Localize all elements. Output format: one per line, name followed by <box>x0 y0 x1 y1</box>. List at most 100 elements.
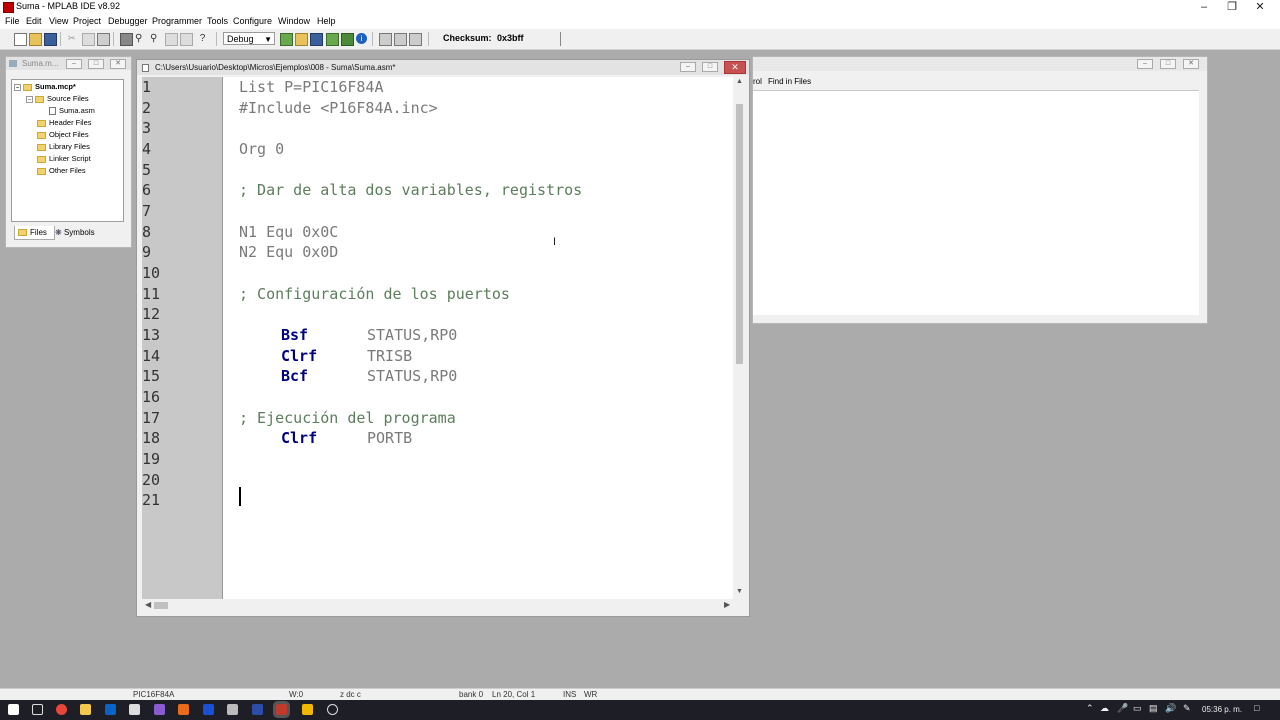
close-icon[interactable]: ✕ <box>1246 0 1274 15</box>
open-folder-icon[interactable] <box>29 33 42 46</box>
close-icon[interactable]: ✕ <box>724 61 746 74</box>
minimize-icon[interactable]: – <box>1190 0 1218 15</box>
vertical-scroll-thumb[interactable] <box>736 104 743 364</box>
programmer-icon[interactable] <box>379 33 392 46</box>
horizontal-scrollbar[interactable]: ◀ ▶ <box>142 599 734 612</box>
code-comment: ; Ejecución del programa <box>239 409 456 427</box>
tab-files[interactable]: Files <box>14 226 55 240</box>
tab-find-in-files[interactable]: Find in Files <box>768 77 811 86</box>
microphone-icon[interactable]: 🎤 <box>1117 703 1128 714</box>
menu-programmer[interactable]: Programmer <box>152 16 202 26</box>
tree-linker-script[interactable]: Linker Script <box>37 154 91 163</box>
bookmark-icon[interactable] <box>165 33 178 46</box>
toolbar: ✂ ⚲ ⚲ ? Debug ▼ i Checksum: 0x3bff <box>0 29 1280 50</box>
find-icon[interactable]: ⚲ <box>135 33 146 44</box>
cut-icon[interactable]: ✂ <box>68 33 79 44</box>
app-icon[interactable] <box>178 704 189 715</box>
menu-help[interactable]: Help <box>317 16 336 26</box>
find-in-files-icon[interactable]: ⚲ <box>150 33 161 44</box>
folder-icon <box>37 167 46 175</box>
open-project-icon[interactable] <box>295 33 308 46</box>
editor-window: C:\Users\Usuario\Desktop\Micros\Ejemplos… <box>136 59 750 617</box>
menu-window[interactable]: Window <box>278 16 310 26</box>
app-icon[interactable] <box>252 704 263 715</box>
project-wizard-icon[interactable] <box>280 33 293 46</box>
scroll-up-icon[interactable]: ▲ <box>736 78 743 85</box>
copy-icon[interactable] <box>82 33 95 46</box>
mplab-taskbar-icon[interactable] <box>276 704 287 715</box>
code-operand: PORTB <box>367 429 413 447</box>
info-icon[interactable]: i <box>356 33 367 44</box>
minimize-icon[interactable]: – <box>680 62 696 72</box>
cloud-icon[interactable]: ☁ <box>1100 703 1109 714</box>
print-icon[interactable] <box>120 33 133 46</box>
scroll-left-icon[interactable]: ◀ <box>145 600 151 609</box>
paste-icon[interactable] <box>97 33 110 46</box>
menu-tools[interactable]: Tools <box>207 16 228 26</box>
help-icon[interactable]: ? <box>197 33 208 44</box>
close-icon[interactable]: ✕ <box>110 59 126 69</box>
volume-icon[interactable]: 🔊 <box>1165 703 1176 714</box>
tree-root[interactable]: – Suma.mcp* <box>14 82 76 91</box>
window-app-icon[interactable] <box>129 704 140 715</box>
horizontal-scroll-thumb[interactable] <box>154 602 168 609</box>
network-icon[interactable]: ▤ <box>1149 703 1158 714</box>
file-explorer-icon[interactable] <box>80 704 91 715</box>
maximize-icon[interactable]: □ <box>88 59 104 69</box>
visual-studio-icon[interactable] <box>154 704 165 715</box>
windows-start-icon[interactable] <box>8 704 19 715</box>
output-window-titlebar[interactable]: – □ ✕ <box>753 57 1207 71</box>
pen-icon[interactable]: ✎ <box>1183 703 1191 714</box>
bookmark-next-icon[interactable] <box>180 33 193 46</box>
menu-view[interactable]: View <box>49 16 68 26</box>
task-view-icon[interactable] <box>32 704 43 715</box>
app-icon[interactable] <box>302 704 313 715</box>
calculator-icon[interactable] <box>227 704 238 715</box>
tab-version-control[interactable]: rol <box>753 77 762 86</box>
maximize-icon[interactable]: □ <box>702 62 718 72</box>
make-icon[interactable] <box>326 33 339 46</box>
app-icon[interactable] <box>203 704 214 715</box>
tree-other-files[interactable]: Other Files <box>37 166 86 175</box>
tree-header-files[interactable]: Header Files <box>37 118 92 127</box>
notifications-icon[interactable]: □ <box>1254 703 1259 713</box>
save-project-icon[interactable] <box>310 33 323 46</box>
checksum-value: 0x3bff <box>497 33 524 43</box>
project-window-titlebar[interactable]: Suma.m... – □ ✕ <box>6 57 131 70</box>
tree-object-files[interactable]: Object Files <box>37 130 89 139</box>
outlook-icon[interactable] <box>105 704 116 715</box>
menu-debugger[interactable]: Debugger <box>108 16 148 26</box>
scroll-down-icon[interactable]: ▼ <box>736 588 743 595</box>
minimize-icon[interactable]: – <box>1137 59 1153 69</box>
maximize-icon[interactable]: □ <box>1160 59 1176 69</box>
simulator-icon[interactable] <box>394 33 407 46</box>
collapse-icon[interactable]: – <box>14 83 21 91</box>
memory-icon[interactable] <box>409 33 422 46</box>
chrome-icon[interactable] <box>56 704 67 715</box>
build-config-select[interactable]: Debug ▼ <box>223 32 275 45</box>
status-insert-mode: INS <box>563 690 577 699</box>
clock-app-icon[interactable] <box>327 704 338 715</box>
laptop-icon[interactable]: ▭ <box>1133 703 1142 714</box>
checksum-label: Checksum: <box>443 33 492 43</box>
close-icon[interactable]: ✕ <box>1183 59 1199 69</box>
minimize-icon[interactable]: – <box>66 59 82 69</box>
new-file-icon[interactable] <box>14 33 27 46</box>
menu-file[interactable]: File <box>5 16 20 26</box>
code-editor[interactable]: List P=PIC16F84A #Include <P16F84A.inc> … <box>223 77 733 599</box>
menu-configure[interactable]: Configure <box>233 16 272 26</box>
tree-source-files[interactable]: – Source Files <box>26 94 89 103</box>
editor-titlebar[interactable]: C:\Users\Usuario\Desktop\Micros\Ejemplos… <box>137 60 749 75</box>
scroll-right-icon[interactable]: ▶ <box>724 600 730 609</box>
tree-library-files[interactable]: Library Files <box>37 142 90 151</box>
menu-project[interactable]: Project <box>73 16 101 26</box>
menu-edit[interactable]: Edit <box>26 16 42 26</box>
build-all-icon[interactable] <box>341 33 354 46</box>
tab-symbols[interactable]: ❋ Symbols <box>52 226 101 239</box>
save-icon[interactable] <box>44 33 57 46</box>
restore-icon[interactable]: ❐ <box>1218 0 1246 15</box>
tree-file-suma-asm[interactable]: Suma.asm <box>49 106 95 116</box>
clock[interactable]: 05:36 p. m. <box>1202 705 1242 714</box>
collapse-icon[interactable]: – <box>26 95 33 103</box>
tray-chevron-icon[interactable]: ⌃ <box>1086 703 1094 714</box>
